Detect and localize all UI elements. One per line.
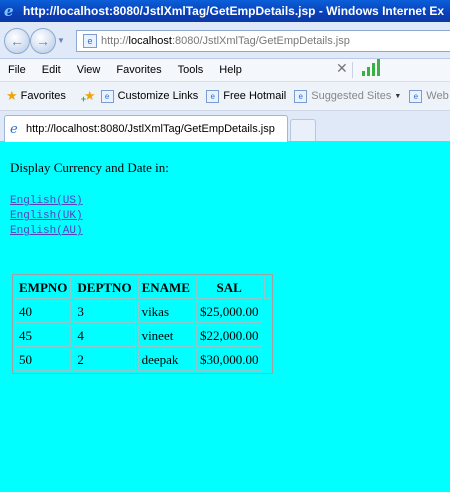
fav-link-customize[interactable]: e Customize Links — [100, 89, 199, 103]
fav-link-label: Free Hotmail — [223, 90, 287, 102]
window-title: http://localhost:8080/JstlXmlTag/GetEmpD… — [23, 4, 445, 18]
page-content: Display Currency and Date in: English(US… — [0, 142, 450, 492]
tab-label: http://localhost:8080/JstlXmlTag/GetEmpD… — [26, 123, 275, 135]
menu-view[interactable]: View — [69, 64, 109, 76]
menu-divider — [352, 62, 353, 78]
page-icon: e — [294, 89, 308, 103]
address-prefix: http:// — [101, 35, 129, 47]
page-icon: e — [83, 34, 97, 48]
menu-edit[interactable]: Edit — [34, 64, 69, 76]
address-path: :8080/JstlXmlTag/GetEmpDetails.jsp — [171, 35, 350, 47]
fav-link-hotmail[interactable]: e Free Hotmail — [206, 89, 287, 103]
forward-button[interactable]: → — [30, 28, 56, 54]
column-header: ENAME — [137, 277, 194, 299]
table-row: 45 4 vineet $22,000.00 — [15, 325, 270, 347]
address-host: localhost — [128, 35, 172, 47]
locale-link-au[interactable]: English(AU) — [10, 224, 83, 239]
table-cell: $30,000.00 — [195, 349, 263, 371]
ie-logo-icon: e — [4, 2, 14, 20]
menu-tools[interactable]: Tools — [170, 64, 212, 76]
tab-bar: e http://localhost:8080/JstlXmlTag/GetEm… — [0, 111, 450, 142]
tab-current[interactable]: e http://localhost:8080/JstlXmlTag/GetEm… — [4, 115, 288, 142]
fav-link-label: Customize Links — [117, 90, 199, 102]
column-header: SAL — [195, 277, 263, 299]
page-icon: e — [100, 89, 114, 103]
add-favorite-icon[interactable]: ★ — [81, 88, 96, 104]
navigation-bar: ← → ▼ e http://localhost:8080/JstlXmlTag… — [0, 22, 450, 59]
favorites-bar: ★ Favorites ★ e Customize Links e Free H… — [0, 82, 450, 111]
page-prompt: Display Currency and Date in: — [10, 160, 169, 175]
locale-link-us[interactable]: English(US) — [10, 194, 83, 209]
table-cell: 45 — [15, 325, 72, 347]
table-row: 50 2 deepak $30,000.00 — [15, 349, 270, 371]
table-cell: 3 — [73, 301, 136, 323]
column-header: EMPNO — [15, 277, 72, 299]
close-icon[interactable]: ✕ — [336, 60, 348, 77]
table-row: 40 3 vikas $25,000.00 — [15, 301, 270, 323]
window-titlebar: e http://localhost:8080/JstlXmlTag/GetEm… — [0, 0, 450, 22]
back-button[interactable]: ← — [4, 28, 30, 54]
table-cell: 2 — [73, 349, 136, 371]
empty-header-cell — [264, 277, 271, 299]
page-icon: e — [409, 89, 423, 103]
signal-bars-icon — [360, 59, 380, 78]
table-cell: deepak — [137, 349, 194, 371]
menu-favorites[interactable]: Favorites — [108, 64, 169, 76]
menu-help[interactable]: Help — [211, 64, 250, 76]
table-cell: $22,000.00 — [195, 325, 263, 347]
page-icon: e — [206, 89, 220, 103]
forward-arrow-icon: → — [36, 33, 50, 49]
table-header-row: EMPNO DEPTNO ENAME SAL — [15, 277, 271, 299]
chevron-down-icon: ▼ — [394, 92, 402, 100]
table-cell: vineet — [137, 325, 194, 347]
table-cell: 4 — [73, 325, 136, 347]
menu-file[interactable]: File — [0, 64, 34, 76]
employee-table: EMPNO DEPTNO ENAME SAL 40 3 vikas $25,00… — [12, 274, 274, 374]
favorites-button[interactable]: Favorites — [21, 90, 66, 102]
table-cell: $25,000.00 — [195, 301, 263, 323]
fav-link-suggested[interactable]: e Suggested Sites ▼ — [294, 89, 402, 103]
locale-links: English(US) English(UK) English(AU) — [10, 194, 83, 239]
back-arrow-icon: ← — [10, 33, 24, 49]
fav-link-label: Suggested Sites — [311, 90, 392, 102]
table-cell: 40 — [15, 301, 72, 323]
new-tab-button[interactable] — [290, 119, 316, 141]
fav-link-label: Web Sli — [426, 90, 450, 102]
address-bar[interactable]: e http://localhost:8080/JstlXmlTag/GetEm… — [76, 30, 450, 52]
history-dropdown-icon[interactable]: ▼ — [57, 36, 65, 45]
fav-link-webslice[interactable]: e Web Sli — [409, 89, 450, 103]
table-cell: 50 — [15, 349, 72, 371]
table-cell: vikas — [137, 301, 194, 323]
ie-logo-icon: e — [10, 121, 18, 137]
locale-link-uk[interactable]: English(UK) — [10, 209, 83, 224]
favorites-star-icon: ★ — [6, 88, 18, 103]
menu-bar: File Edit View Favorites Tools Help — [0, 59, 450, 82]
column-header: DEPTNO — [73, 277, 136, 299]
